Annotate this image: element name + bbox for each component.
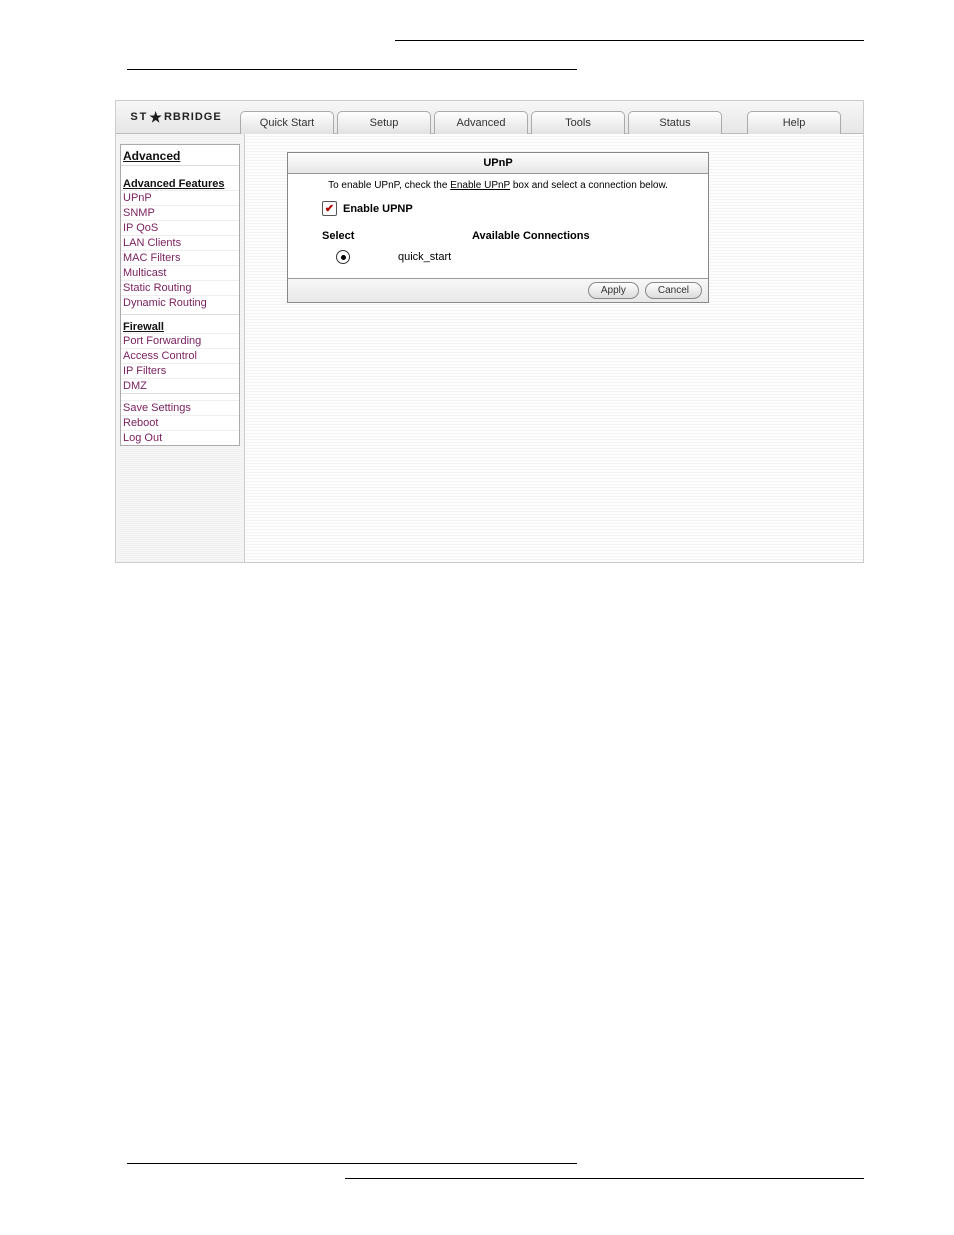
upnp-panel: UPnP To enable UPnP, check the Enable UP…: [287, 152, 709, 303]
radio-dot-icon: [341, 255, 346, 260]
instruction-link: Enable UPnP: [450, 180, 510, 191]
enable-upnp-checkbox[interactable]: ✔: [322, 201, 337, 216]
logo-suffix: RBRIDGE: [164, 111, 222, 123]
sidebar-item-port-forwarding[interactable]: Port Forwarding: [121, 333, 239, 348]
sidebar-item-multicast[interactable]: Multicast: [121, 265, 239, 280]
connection-radio[interactable]: [336, 250, 350, 264]
tab-quick-start[interactable]: Quick Start: [240, 111, 334, 134]
panel-footer: Apply Cancel: [288, 278, 708, 302]
panel-title: UPnP: [288, 153, 708, 174]
instruction-post: box and select a connection below.: [510, 180, 668, 191]
connection-name: quick_start: [398, 251, 451, 263]
select-column-header: Select: [322, 230, 412, 242]
sidebar-title: Advanced: [121, 145, 239, 165]
content-area: UPnP To enable UPnP, check the Enable UP…: [244, 134, 863, 562]
sidebar-item-static-routing[interactable]: Static Routing: [121, 280, 239, 295]
second-rule: [127, 69, 577, 70]
top-rule: [395, 40, 864, 41]
available-connections-header: Available Connections: [472, 230, 590, 242]
tab-setup[interactable]: Setup: [337, 111, 431, 134]
bottom-rule-long: [345, 1178, 864, 1179]
sidebar-item-upnp[interactable]: UPnP: [121, 190, 239, 205]
star-icon: ★: [149, 109, 163, 126]
bottom-rule-short: [127, 1163, 577, 1164]
tab-help[interactable]: Help: [747, 111, 841, 134]
connection-row: quick_start: [336, 250, 698, 264]
apply-button[interactable]: Apply: [588, 282, 639, 299]
sidebar-section-label: Advanced Features: [123, 178, 224, 190]
cancel-button[interactable]: Cancel: [645, 282, 702, 299]
brand-logo: ST ★ RBRIDGE: [116, 109, 236, 126]
sidebar-item-save-settings[interactable]: Save Settings: [121, 400, 239, 415]
sidebar-section-label: Firewall: [123, 321, 164, 333]
top-nav-bar: ST ★ RBRIDGE Quick Start Setup Advanced …: [116, 101, 863, 134]
sidebar-item-log-out[interactable]: Log Out: [121, 430, 239, 445]
logo-prefix: ST: [130, 111, 148, 123]
sidebar: Advanced Advanced Features UPnP SNMP IP …: [116, 134, 244, 562]
sidebar-item-access-control[interactable]: Access Control: [121, 348, 239, 363]
enable-upnp-label: Enable UPNP: [343, 203, 413, 215]
tab-status[interactable]: Status: [628, 111, 722, 134]
tab-row: Quick Start Setup Advanced Tools Status …: [236, 101, 863, 133]
sidebar-item-reboot[interactable]: Reboot: [121, 415, 239, 430]
sidebar-section-firewall: Firewall: [121, 314, 239, 333]
instruction-text: To enable UPnP, check the Enable UPnP bo…: [298, 180, 698, 191]
sidebar-item-ip-filters[interactable]: IP Filters: [121, 363, 239, 378]
sidebar-item-mac-filters[interactable]: MAC Filters: [121, 250, 239, 265]
sidebar-item-lan-clients[interactable]: LAN Clients: [121, 235, 239, 250]
instruction-pre: To enable UPnP, check the: [328, 180, 450, 191]
sidebar-item-ip-qos[interactable]: IP QoS: [121, 220, 239, 235]
sidebar-section-advanced-features: Advanced Features: [121, 172, 239, 190]
sidebar-item-snmp[interactable]: SNMP: [121, 205, 239, 220]
sidebar-item-dynamic-routing[interactable]: Dynamic Routing: [121, 295, 239, 310]
router-admin-ui: ST ★ RBRIDGE Quick Start Setup Advanced …: [115, 100, 864, 563]
sidebar-item-dmz[interactable]: DMZ: [121, 378, 239, 393]
tab-advanced[interactable]: Advanced: [434, 111, 528, 134]
tab-tools[interactable]: Tools: [531, 111, 625, 134]
